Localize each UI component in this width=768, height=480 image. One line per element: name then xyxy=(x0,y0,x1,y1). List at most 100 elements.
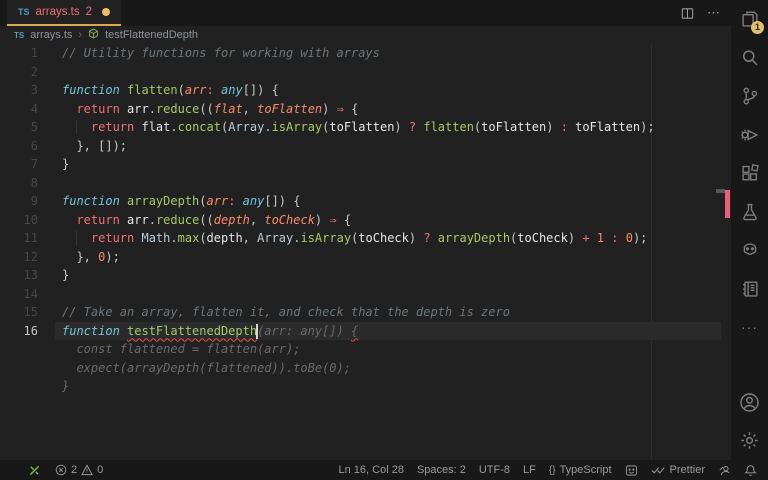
code-token: (( xyxy=(199,213,213,227)
code-token: . xyxy=(149,213,156,227)
code-token: ⇒ xyxy=(337,102,344,116)
code-token: depth xyxy=(214,213,250,227)
line-number: 2 xyxy=(0,63,38,82)
code-line[interactable]: 8 xyxy=(0,174,731,193)
formatter-status[interactable]: Prettier xyxy=(651,464,705,476)
code-token: ) xyxy=(322,102,336,116)
code-line[interactable]: const flattened = flatten(arr); xyxy=(0,340,731,359)
line-number: 9 xyxy=(0,192,38,211)
code-token: ( xyxy=(199,194,206,208)
code-line[interactable]: 4 return arr.reduce((flat, toFlatten) ⇒ … xyxy=(0,100,731,119)
code-line[interactable]: 5 return flat.concat(Array.isArray(toFla… xyxy=(0,118,731,137)
code-token: . xyxy=(264,120,271,134)
line-number: 12 xyxy=(0,248,38,267)
line-number: 8 xyxy=(0,174,38,193)
code-line[interactable]: 1// Utility functions for working with a… xyxy=(0,44,731,63)
code-line[interactable]: 12 }, 0); xyxy=(0,248,731,267)
feedback-smiley-icon[interactable] xyxy=(625,464,638,477)
code-token xyxy=(235,194,242,208)
overview-error-mark xyxy=(725,190,730,218)
status-right: Ln 16, Col 28 Spaces: 2 UTF-8 LF {} Type… xyxy=(339,464,768,477)
code-token: toCheck xyxy=(264,213,315,227)
code-token: isArray xyxy=(300,231,351,245)
code-token: return xyxy=(91,120,142,134)
notebook-icon[interactable] xyxy=(731,270,768,309)
code-line[interactable]: 9function arrayDepth(arr: any[]) { xyxy=(0,192,731,211)
more-views-icon[interactable]: ··· xyxy=(731,308,768,347)
code-token: ) xyxy=(546,120,560,134)
line-number: 7 xyxy=(0,155,38,174)
indentation[interactable]: Spaces: 2 xyxy=(417,464,466,476)
code-token: . xyxy=(170,120,177,134)
code-token: return xyxy=(76,213,127,227)
run-debug-icon[interactable] xyxy=(731,116,768,155)
problems-indicator[interactable]: 2 0 xyxy=(55,464,103,476)
code-token xyxy=(62,120,76,134)
code-line[interactable]: 11 return Math.max(depth, Array.isArray(… xyxy=(0,229,731,248)
eol-sequence[interactable]: LF xyxy=(523,464,536,476)
code-token: , xyxy=(243,231,257,245)
code-line[interactable]: 13} xyxy=(0,266,731,285)
code-token: Array xyxy=(257,231,293,245)
language-mode[interactable]: {} TypeScript xyxy=(549,464,612,476)
code-token: 0 xyxy=(626,231,633,245)
code-token: toFlatten xyxy=(329,120,394,134)
copilot-icon[interactable] xyxy=(731,231,768,270)
code-token: any xyxy=(221,83,243,97)
copilot-status-icon[interactable] xyxy=(718,464,731,477)
cursor-position[interactable]: Ln 16, Col 28 xyxy=(339,464,404,476)
tab-arrays-ts[interactable]: TS arrays.ts 2 xyxy=(7,0,121,26)
code-editor[interactable]: 1// Utility functions for working with a… xyxy=(0,44,731,460)
code-token: flatten xyxy=(127,83,178,97)
code-token: { xyxy=(337,213,351,227)
code-token xyxy=(62,231,76,245)
code-token: Math xyxy=(141,231,170,245)
testing-beaker-icon[interactable] xyxy=(731,193,768,232)
code-token xyxy=(62,250,76,264)
status-bar: 2 0 Ln 16, Col 28 Spaces: 2 UTF-8 LF {} … xyxy=(0,460,768,480)
source-control-icon[interactable] xyxy=(731,77,768,116)
settings-gear-icon[interactable] xyxy=(731,422,768,461)
search-icon[interactable] xyxy=(731,39,768,78)
modified-dot-icon[interactable] xyxy=(102,8,110,16)
code-line[interactable]: 15// Take an array, flatten it, and chec… xyxy=(0,303,731,322)
code-line[interactable]: 3function flatten(arr: any[]) { xyxy=(0,81,731,100)
code-token: + xyxy=(582,231,589,245)
account-icon[interactable] xyxy=(731,383,768,422)
code-token xyxy=(62,139,76,153)
line-number: 15 xyxy=(0,303,38,322)
line-number: 3 xyxy=(0,81,38,100)
code-token: toFlatten xyxy=(257,102,322,116)
code-token: arr xyxy=(207,194,229,208)
code-line[interactable]: 2 xyxy=(0,63,731,82)
code-line[interactable]: 14 xyxy=(0,285,731,304)
code-line[interactable]: 10 return arr.reduce((depth, toCheck) ⇒ … xyxy=(0,211,731,230)
code-line[interactable]: 6 }, []); xyxy=(0,137,731,156)
code-token: . xyxy=(149,102,156,116)
more-actions-icon[interactable]: ⋯ xyxy=(707,0,721,26)
code-token: arrayDepth xyxy=(127,194,199,208)
encoding[interactable]: UTF-8 xyxy=(479,464,510,476)
code-token: ( xyxy=(199,231,206,245)
code-token: arr xyxy=(127,213,149,227)
remote-status-icon[interactable] xyxy=(28,464,41,477)
code-token: , xyxy=(250,213,264,227)
notifications-bell-icon[interactable] xyxy=(744,464,757,477)
code-line[interactable]: expect(arrayDepth(flattened)).toBe(0); xyxy=(0,359,731,378)
code-token: concat xyxy=(178,120,221,134)
explorer-icon[interactable]: 1 xyxy=(731,0,768,39)
breadcrumb-symbol[interactable]: testFlattenedDepth xyxy=(105,29,198,41)
code-token xyxy=(76,120,90,134)
code-token: toFlatten xyxy=(481,120,546,134)
code-line[interactable]: 16function testFlattenedDepth(arr: any[]… xyxy=(0,322,731,341)
code-token: flatten xyxy=(423,120,474,134)
extensions-icon[interactable] xyxy=(731,154,768,193)
line-number xyxy=(0,377,38,396)
code-token: max xyxy=(178,231,200,245)
code-line[interactable]: 7} xyxy=(0,155,731,174)
split-editor-icon[interactable] xyxy=(680,6,695,21)
code-token xyxy=(62,213,76,227)
code-line[interactable]: } xyxy=(0,377,731,396)
breadcrumb-file[interactable]: arrays.ts xyxy=(30,29,72,41)
status-left: 2 0 xyxy=(0,464,103,477)
